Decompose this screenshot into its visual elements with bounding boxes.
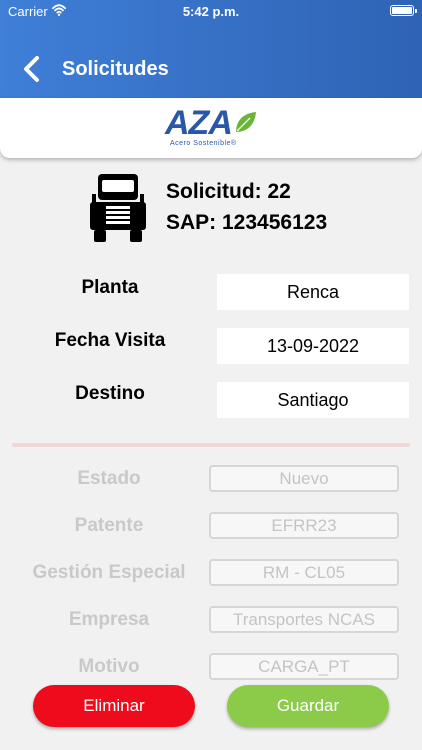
request-number: Solicitud: 22: [166, 180, 291, 203]
field-label-empresa: Empresa: [68, 609, 150, 630]
field-label-estado: Estado: [77, 468, 141, 489]
field-value-estado: Nuevo: [209, 465, 399, 492]
field-value-planta[interactable]: Renca: [217, 274, 409, 310]
nav-header: Carrier 5:42 p.m. Solicitudes: [0, 0, 422, 98]
field-label-patente: Patente: [74, 515, 144, 536]
field-label-destino: Destino: [75, 383, 145, 404]
field-value-destino[interactable]: Santiago: [217, 382, 409, 418]
field-value-gestion-especial: RM - CL05: [209, 559, 399, 586]
leaf-icon: [236, 112, 256, 132]
brand-tagline: Acero Sostenible®: [170, 140, 237, 147]
field-value-motivo: CARGA_PT: [209, 653, 399, 680]
field-value-patente: EFRR23: [209, 512, 399, 539]
section-divider: [12, 443, 410, 447]
field-label-planta: Planta: [81, 277, 139, 298]
back-chevron-icon[interactable]: [18, 54, 46, 84]
request-sap: SAP: 123456123: [166, 211, 328, 234]
clock: 5:42 p.m.: [182, 4, 240, 19]
field-label-gestion-especial: Gestión Especial: [32, 562, 186, 583]
page-title: Solicitudes: [62, 58, 169, 80]
field-value-empresa: Transportes NCAS: [209, 606, 399, 633]
battery-icon: [390, 5, 417, 16]
status-bar: Carrier 5:42 p.m.: [0, 0, 422, 22]
truck-icon: [90, 174, 146, 242]
field-label-motivo: Motivo: [78, 656, 140, 677]
field-value-fecha-visita[interactable]: 13-09-2022: [217, 328, 409, 364]
save-button[interactable]: Guardar: [227, 685, 389, 727]
field-label-fecha-visita: Fecha Visita: [54, 330, 166, 351]
brand-logo: AZA: [165, 104, 233, 142]
delete-button[interactable]: Eliminar: [33, 685, 195, 727]
